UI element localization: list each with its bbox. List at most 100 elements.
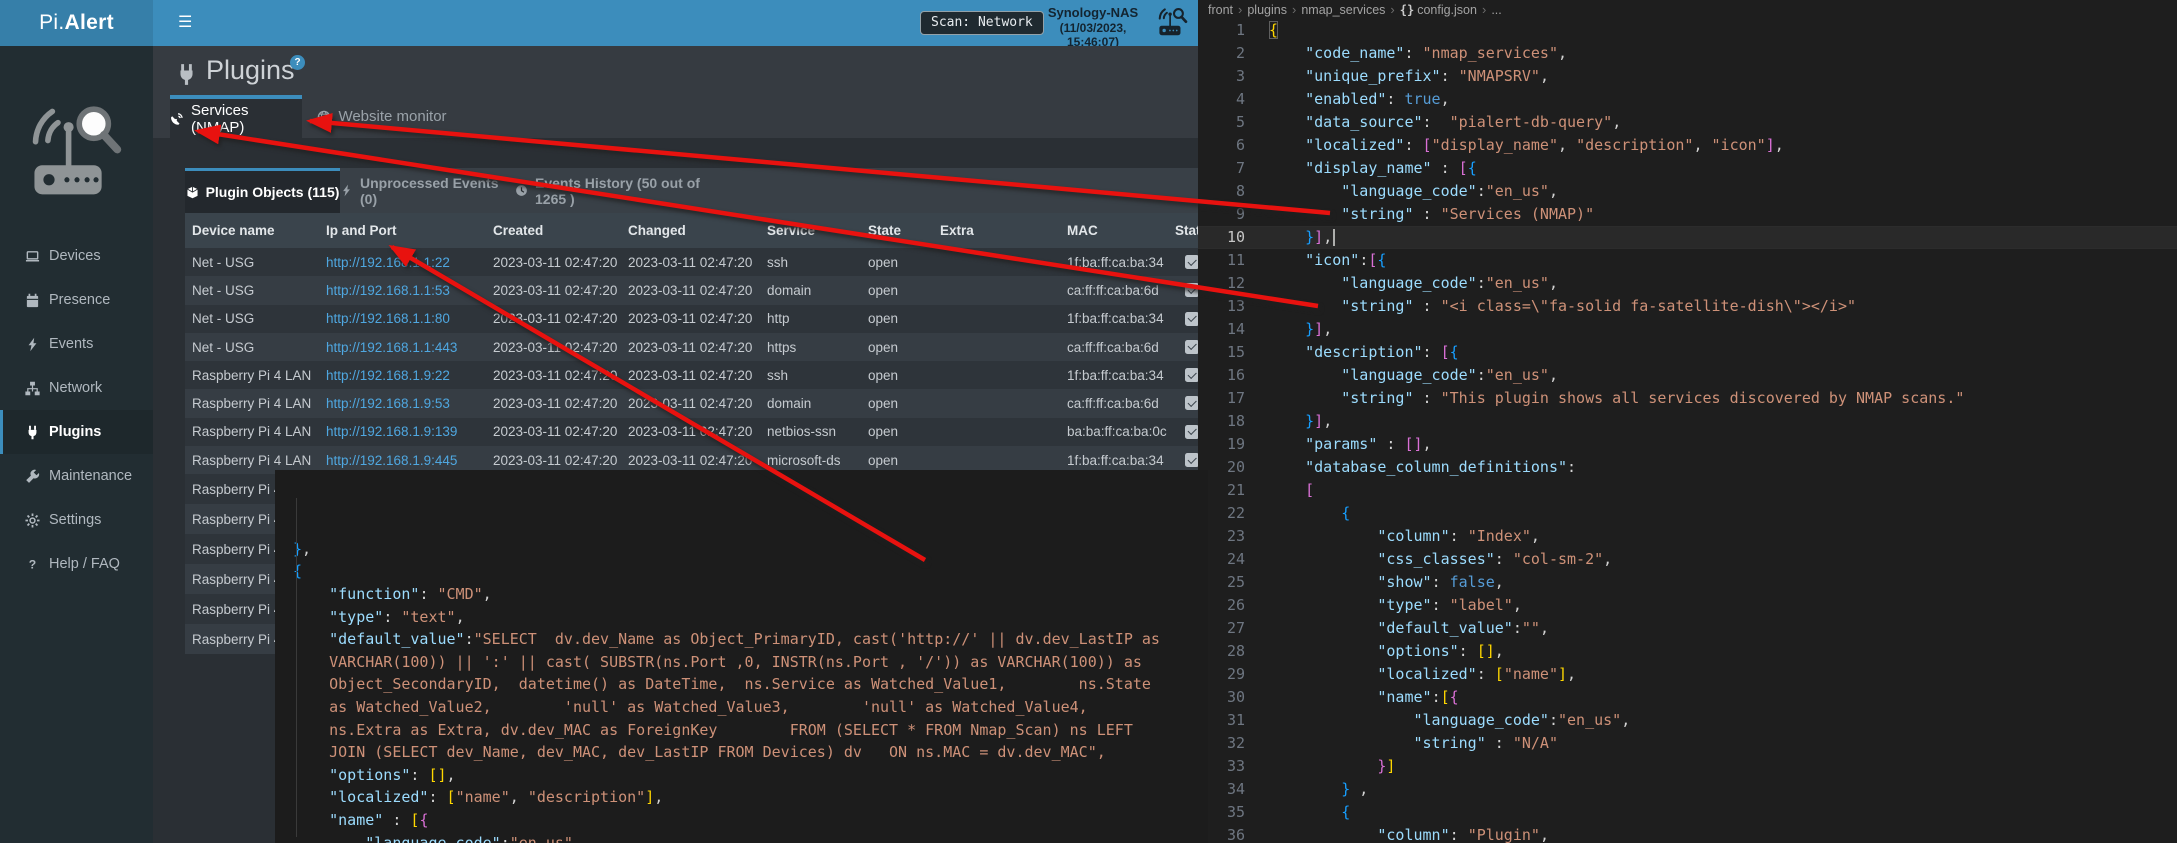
braces-icon: {} [1400, 3, 1414, 17]
sidebar-item-maintenance[interactable]: Maintenance [0, 454, 153, 498]
editor-line: 21 [ [1198, 479, 2177, 502]
editor-line: 4 "enabled": true, [1198, 88, 2177, 111]
sidebar-item-events[interactable]: Events [0, 322, 153, 366]
cell-changed: 2023-03-11 02:47:20 [628, 361, 752, 389]
popup-code-line: }, [293, 538, 1208, 561]
line-number: 18 [1198, 410, 1245, 433]
breadcrumb-item[interactable]: config.json [1417, 3, 1477, 17]
cell-changed: 2023-03-11 02:47:20 [628, 248, 752, 276]
editor-line: 14 }], [1198, 318, 2177, 341]
column-header-state[interactable]: State [868, 213, 901, 248]
cell-device-name: Raspberry Pi 4 [192, 474, 281, 504]
column-header-created[interactable]: Created [493, 213, 543, 248]
object-link[interactable]: http://192.168.1.9:22 [326, 368, 450, 383]
editor-line: 30 "name":[{ [1198, 686, 2177, 709]
line-number: 6 [1198, 134, 1245, 157]
column-header-device-name[interactable]: Device name [192, 213, 275, 248]
editor-line: 10 }], [1198, 226, 2177, 249]
chevron-right-icon: › [1290, 2, 1298, 17]
object-link[interactable]: http://192.168.1.9:53 [326, 396, 450, 411]
cell-device-name: Raspberry Pi 4 LAN [192, 418, 311, 446]
sidebar-item-network[interactable]: Network [0, 366, 153, 410]
line-number: 15 [1198, 341, 1245, 364]
brand-logo[interactable]: Pi.Alert [0, 0, 153, 46]
object-link[interactable]: http://192.168.1.1:443 [326, 340, 457, 355]
table-row: Net - USGhttp://192.168.1.1:532023-03-11… [185, 276, 1198, 304]
status-checkbox[interactable] [1185, 340, 1198, 354]
object-link[interactable]: http://192.168.1.1:80 [326, 311, 450, 326]
help-badge[interactable]: ? [290, 55, 305, 70]
sidebar-item-devices[interactable]: Devices [0, 234, 153, 278]
tab-services-nmap[interactable]: Services (NMAP) [170, 95, 302, 138]
object-link[interactable]: http://192.168.1.9:139 [326, 424, 457, 439]
column-header-ip-and-port[interactable]: Ip and Port [326, 213, 397, 248]
svg-text:?: ? [29, 557, 36, 571]
cell-mac: ca:ff:ff:ca:ba:6d [1067, 333, 1159, 361]
line-number: 11 [1198, 249, 1245, 272]
editor-line: 29 "localized": ["name"], [1198, 663, 2177, 686]
top-navbar: Pi.Alert ☰ Scan: Network Synology-NAS (1… [0, 0, 1198, 46]
breadcrumb-item[interactable]: ... [1491, 3, 1501, 17]
editor-line: 2 "code_name": "nmap_services", [1198, 42, 2177, 65]
status-checkbox[interactable] [1185, 312, 1198, 326]
editor-line: 11 "icon":[{ [1198, 249, 2177, 272]
column-header-extra[interactable]: Extra [940, 213, 974, 248]
breadcrumb-item[interactable]: front [1208, 3, 1233, 17]
subtab-events-history-50-out-of-1265[interactable]: Events History (50 out of 1265 ) [515, 168, 730, 213]
breadcrumb-item[interactable]: plugins [1247, 3, 1287, 17]
scan-status-badge: Scan: Network [920, 11, 1044, 35]
line-number: 7 [1198, 157, 1245, 180]
subtab-label: Plugin Objects (115) [206, 184, 340, 200]
sidebar-item-plugins[interactable]: Plugins [0, 410, 153, 454]
cell-device-name: Net - USG [192, 305, 254, 333]
line-number: 2 [1198, 42, 1245, 65]
cell-state: open [868, 276, 898, 304]
popup-code-line: { [293, 560, 1208, 583]
vscode-editor[interactable]: front›plugins›nmap_services›{}config.jso… [1198, 0, 2177, 843]
code-popup[interactable]: },{ "function": "CMD", "type": "text", "… [275, 470, 1208, 843]
column-header-changed[interactable]: Changed [628, 213, 686, 248]
subtab-plugin-objects-115[interactable]: Plugin Objects (115) [185, 168, 340, 213]
subtab-unprocessed-events-0[interactable]: Unprocessed Events (0) [340, 168, 515, 213]
editor-line: 5 "data_source": "pialert-db-query", [1198, 111, 2177, 134]
editor-line: 6 "localized": ["display_name", "descrip… [1198, 134, 2177, 157]
cell-created: 2023-03-11 02:47:20 [493, 333, 617, 361]
cell-device-name: Raspberry Pi 4 [192, 594, 281, 624]
editor-line: 26 "type": "label", [1198, 594, 2177, 617]
wrench-icon [25, 469, 40, 484]
sidebar-item-presence[interactable]: Presence [0, 278, 153, 322]
cell-service: https [767, 333, 796, 361]
cell-created: 2023-03-11 02:47:20 [493, 248, 617, 276]
line-number: 16 [1198, 364, 1245, 387]
cell-state: open [868, 389, 898, 417]
status-checkbox[interactable] [1185, 396, 1198, 410]
cell-ip-port: http://192.168.1.1:22 [326, 248, 450, 276]
status-checkbox[interactable] [1185, 453, 1198, 467]
cell-device-name: Raspberry Pi 4 [192, 504, 281, 534]
line-number: 19 [1198, 433, 1245, 456]
breadcrumb-item[interactable]: nmap_services [1301, 3, 1385, 17]
column-header-mac[interactable]: MAC [1067, 213, 1098, 248]
cell-device-name: Net - USG [192, 333, 254, 361]
popup-code-line: "function": "CMD", [293, 583, 1208, 606]
column-header-service[interactable]: Service [767, 213, 815, 248]
popup-code-line: Object_SecondaryID, datetime() as DateTi… [293, 673, 1208, 696]
status-checkbox[interactable] [1185, 283, 1198, 297]
sidebar-item-help-faq[interactable]: ? Help / FAQ [0, 542, 153, 586]
object-link[interactable]: http://192.168.1.1:53 [326, 283, 450, 298]
editor-line: 32 "string" : "N/A" [1198, 732, 2177, 755]
line-number: 10 [1198, 226, 1245, 249]
sidebar-toggle-button[interactable]: ☰ [165, 0, 205, 46]
tab-website-monitor[interactable]: Website monitor [302, 95, 462, 138]
table-row: Raspberry Pi 4 LANhttp://192.168.1.9:532… [185, 389, 1198, 417]
status-checkbox[interactable] [1185, 368, 1198, 382]
object-link[interactable]: http://192.168.1.1:22 [326, 255, 450, 270]
status-checkbox[interactable] [1185, 425, 1198, 439]
sidebar-item-settings[interactable]: Settings [0, 498, 153, 542]
column-header-status[interactable]: Status [1175, 213, 1198, 248]
sidebar-item-label: Presence [49, 292, 110, 308]
laptop-icon [25, 249, 40, 264]
status-checkbox[interactable] [1185, 255, 1198, 269]
object-link[interactable]: http://192.168.1.9:445 [326, 453, 457, 468]
sidebar-item-label: Help / FAQ [49, 556, 120, 572]
